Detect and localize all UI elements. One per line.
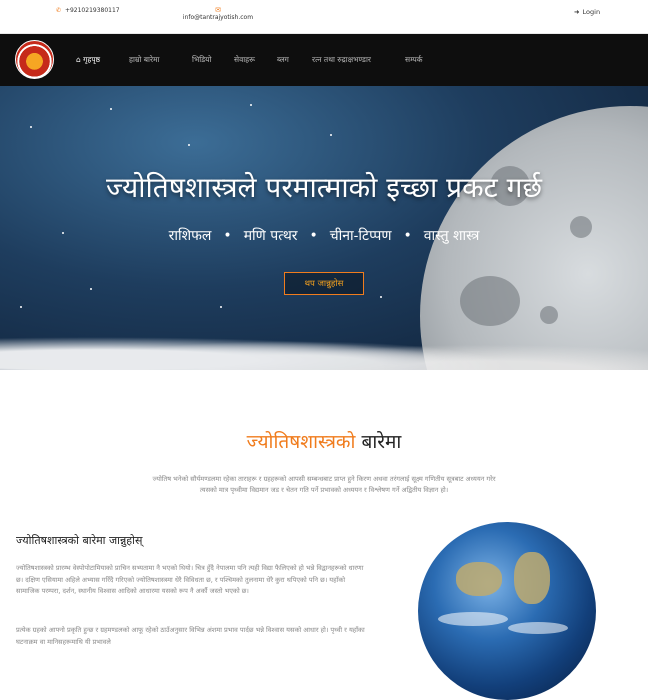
star xyxy=(188,144,190,146)
login-link[interactable]: ➜ Login xyxy=(574,8,600,16)
nav-item-blog[interactable]: ब्लग xyxy=(277,55,289,65)
star xyxy=(110,108,112,110)
know-about-heading: ज्योतिषशास्त्रको बारेमा जान्नुहोस् xyxy=(16,534,143,547)
nav-item-services[interactable]: सेवाहरू xyxy=(234,55,255,65)
cloud-layer xyxy=(0,324,648,370)
envelope-icon: ✉ xyxy=(215,6,221,14)
nav-item-video[interactable]: भिडियो xyxy=(192,55,211,65)
main-navbar: ⌂ गृहपृष्ठ हाम्रो बारेमा भिडियो सेवाहरू … xyxy=(0,34,648,86)
nav-item-label: गृहपृष्ठ xyxy=(83,55,101,64)
globe-cloud xyxy=(438,612,508,626)
star xyxy=(380,296,382,298)
service-china-tippan: चीना-टिप्पण xyxy=(329,228,392,244)
nav-item-gems-store[interactable]: रत्न तथा रुद्राक्षभण्डार xyxy=(312,55,371,65)
service-mani-patthar: मणि पत्थर xyxy=(243,228,298,244)
bullet-separator: • xyxy=(223,228,232,244)
hero-services: राशिफल • मणि पत्थर • चीना-टिप्पण • वास्तु शास्… xyxy=(0,226,648,245)
email-address: info@tantrajyotish.com xyxy=(182,14,254,21)
moon-crater xyxy=(540,306,558,324)
about-section-title: ज्योतिषशास्त्रको बारेमा xyxy=(0,428,648,454)
earth-globe-image xyxy=(418,522,596,700)
nav-item-contact[interactable]: सम्पर्क xyxy=(405,55,422,65)
phone-number: +9210219380117 xyxy=(64,7,120,14)
service-rashifal: राशिफल xyxy=(168,228,212,244)
phone-icon: ✆ xyxy=(56,7,62,14)
about-title-highlight: ज्योतिषशास्त्रको xyxy=(246,431,356,453)
login-label: Login xyxy=(582,8,601,16)
bullet-separator: • xyxy=(309,228,318,244)
nav-item-home[interactable]: ⌂ गृहपृष्ठ xyxy=(76,55,100,65)
globe-landmass xyxy=(456,562,502,596)
hero-banner: ज्योतिषशास्त्रले परमात्माको इच्छा प्रकट … xyxy=(0,86,648,370)
star xyxy=(250,104,252,106)
about-intro-text: ज्योतिष भनेको सौर्यमण्डलमा रहेका ताराहरू… xyxy=(152,475,496,494)
star xyxy=(30,126,32,128)
star xyxy=(220,306,222,308)
nav-item-about[interactable]: हाम्रो बारेमा xyxy=(129,55,159,65)
phone-contact[interactable]: ✆ +9210219380117 xyxy=(56,7,120,14)
moon-crater xyxy=(460,276,520,326)
about-paragraph-1: ज्योतिषशास्त्रको प्रारम्भ वेस्पोपोटामिया… xyxy=(16,564,364,595)
star xyxy=(90,288,92,290)
star xyxy=(20,306,22,308)
globe-cloud xyxy=(508,622,568,634)
tantra-jyotish-logo[interactable] xyxy=(15,40,54,79)
hero-title: ज्योतिषशास्त्रले परमात्माको इच्छा प्रकट … xyxy=(106,171,542,204)
star xyxy=(330,134,332,136)
sign-in-icon: ➜ xyxy=(574,8,580,16)
about-title-rest: बारेमा xyxy=(361,431,402,453)
bullet-separator: • xyxy=(403,228,412,244)
home-icon: ⌂ xyxy=(76,55,81,64)
email-contact[interactable]: ✉ info@tantrajyotish.com xyxy=(176,6,260,21)
top-bar: ✆ +9210219380117 ✉ info@tantrajyotish.co… xyxy=(0,0,648,34)
service-vastu-shastra: वास्तु शास्त्र xyxy=(423,228,480,244)
globe-landmass xyxy=(514,552,550,604)
learn-more-button[interactable]: थप जान्नुहोस xyxy=(284,272,364,295)
about-paragraph-2: प्रत्येक ग्रहको आफ्नो प्रकृति हुन्छ र ग्… xyxy=(16,626,365,646)
